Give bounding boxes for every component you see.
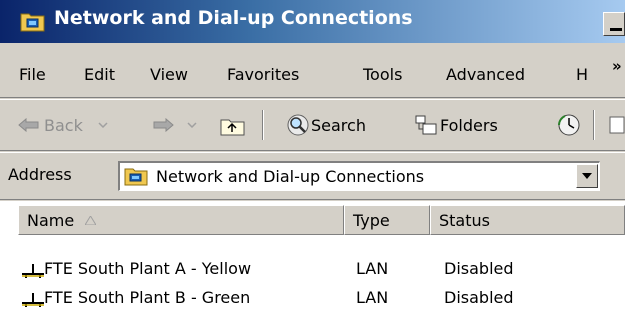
list-item[interactable]: FTE South Plant A - Yellow LAN Disabled xyxy=(0,256,625,284)
menu-tools[interactable]: Tools xyxy=(363,65,402,84)
toolbar-separator xyxy=(593,110,595,140)
folders-icon xyxy=(415,115,437,135)
network-folder-icon xyxy=(20,13,45,32)
minimize-icon xyxy=(610,28,622,31)
back-arrow-icon xyxy=(18,118,39,132)
connection-status: Disabled xyxy=(444,259,514,278)
up-button[interactable] xyxy=(220,112,246,138)
address-dropdown-button[interactable] xyxy=(576,164,598,188)
connections-list: Name Type Status FTE South Plant A - Yel… xyxy=(0,201,625,333)
connection-type: LAN xyxy=(356,259,389,278)
search-icon xyxy=(287,114,309,136)
back-label: Back xyxy=(44,115,83,135)
column-header-type[interactable]: Type xyxy=(344,205,430,235)
menu-bar: File Edit View Favorites Tools Advanced … xyxy=(0,45,625,98)
history-button[interactable] xyxy=(556,112,582,138)
title-bar[interactable]: Network and Dial-up Connections xyxy=(0,0,625,43)
back-button[interactable]: Back xyxy=(18,112,109,138)
back-dropdown-icon xyxy=(98,122,108,129)
menu-overflow-chevron[interactable]: » xyxy=(612,57,622,75)
menu-help[interactable]: H xyxy=(576,65,588,84)
menu-edit[interactable]: Edit xyxy=(84,65,115,84)
address-bar: Address Network and Dial-up Connections xyxy=(0,152,625,200)
sort-ascending-icon xyxy=(85,216,96,225)
column-name-label: Name xyxy=(27,211,75,230)
connection-name: FTE South Plant A - Yellow xyxy=(44,259,252,278)
menu-view[interactable]: View xyxy=(150,65,188,84)
connection-status: Disabled xyxy=(444,288,514,307)
menu-advanced[interactable]: Advanced xyxy=(446,65,525,84)
explorer-window: Network and Dial-up Connections File Edi… xyxy=(0,0,625,333)
connection-name: FTE South Plant B - Green xyxy=(44,288,251,307)
column-header-name[interactable]: Name xyxy=(18,205,344,235)
folders-button[interactable]: Folders xyxy=(414,112,498,138)
standard-toolbar: Back Search Folders xyxy=(0,99,625,151)
menu-favorites[interactable]: Favorites xyxy=(227,65,299,84)
search-label: Search xyxy=(311,115,366,135)
column-type-label: Type xyxy=(353,211,390,230)
up-folder-icon xyxy=(220,119,245,136)
connection-type: LAN xyxy=(356,288,389,307)
list-item[interactable]: FTE South Plant B - Green LAN Disabled xyxy=(0,285,625,313)
window-title: Network and Dial-up Connections xyxy=(54,7,413,29)
column-status-label: Status xyxy=(439,211,490,230)
menu-file[interactable]: File xyxy=(19,65,46,84)
folders-label: Folders xyxy=(440,115,498,135)
address-value: Network and Dial-up Connections xyxy=(156,167,425,186)
minimize-button[interactable] xyxy=(603,12,625,36)
forward-dropdown-icon xyxy=(187,122,197,129)
history-icon xyxy=(558,114,580,136)
move-to-button[interactable] xyxy=(608,112,625,138)
forward-button[interactable] xyxy=(152,112,198,138)
move-to-icon xyxy=(609,116,625,134)
column-header-status[interactable]: Status xyxy=(430,205,625,235)
chevron-down-icon xyxy=(582,173,592,179)
lan-connection-icon xyxy=(22,293,44,307)
forward-arrow-icon xyxy=(153,118,174,132)
lan-connection-icon xyxy=(22,264,44,278)
network-folder-icon xyxy=(124,168,148,186)
toolbar-separator xyxy=(262,110,264,140)
address-label: Address xyxy=(8,165,72,184)
address-input[interactable]: Network and Dial-up Connections xyxy=(118,161,600,191)
search-button[interactable]: Search xyxy=(285,112,366,138)
